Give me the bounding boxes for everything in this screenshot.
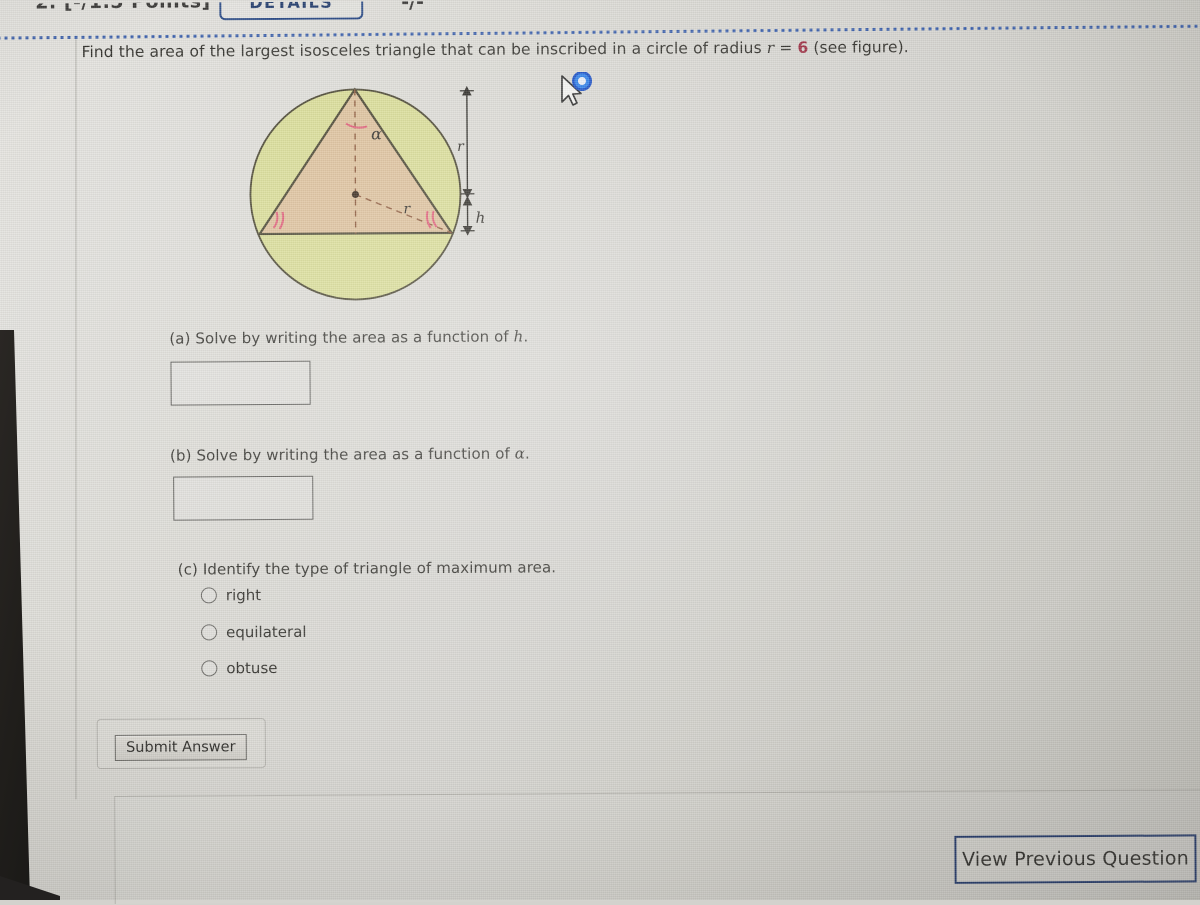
- question-text-lead: Find the area of the largest isosceles t…: [82, 39, 767, 61]
- header-right-dash: -/-: [401, 0, 424, 13]
- part-c-label: (c) Identify the type of triangle of max…: [178, 558, 557, 578]
- option-equilateral[interactable]: equilateral: [201, 623, 307, 642]
- question-text-tail: (see figure).: [808, 38, 909, 57]
- part-b-variable: α: [515, 444, 525, 462]
- content-left-rule: [75, 39, 76, 799]
- part-b-answer-input[interactable]: [173, 476, 313, 521]
- part-a-label: (a) Solve by writing the area as a funct…: [169, 327, 528, 347]
- option-obtuse[interactable]: obtuse: [201, 659, 277, 677]
- question-prompt: Find the area of the largest isosceles t…: [82, 38, 909, 61]
- inscribed-triangle-figure: α r r h: [243, 81, 494, 323]
- part-c-text: Identify the type of triangle of maximum…: [203, 558, 556, 578]
- part-b-text: Solve by writing the area as a function …: [196, 445, 514, 465]
- radius-dimension-line: [467, 91, 468, 194]
- part-a-prefix: (a): [169, 329, 195, 347]
- part-c-prefix: (c): [178, 560, 203, 578]
- part-b-prefix: (b): [170, 446, 197, 464]
- submit-answer-button[interactable]: Submit Answer: [115, 734, 247, 761]
- option-right-label: right: [226, 586, 261, 604]
- figure-svg: α r r h: [243, 81, 494, 323]
- assignment-page: 2. [-/1.5 Points] DETAILS -/- Find the a…: [0, 0, 1200, 904]
- question-variable-r: r: [767, 39, 775, 57]
- points-label: 2. [-/1.5 Points]: [35, 0, 211, 13]
- mouse-cursor: [556, 72, 604, 120]
- option-equilateral-label: equilateral: [226, 623, 307, 641]
- part-a-answer-input[interactable]: [170, 361, 310, 406]
- view-previous-question-button[interactable]: View Previous Question: [954, 834, 1196, 883]
- part-a-variable: h: [514, 327, 524, 345]
- label-radius-dimension: r: [457, 139, 465, 155]
- part-a-period: .: [523, 327, 528, 345]
- question-radius-value: 6: [797, 39, 808, 57]
- center-point: [352, 191, 359, 198]
- question-equals: =: [774, 39, 797, 57]
- radio-icon[interactable]: [201, 660, 217, 676]
- option-right[interactable]: right: [201, 586, 261, 604]
- screen-surface: 2. [-/1.5 Points] DETAILS -/- Find the a…: [0, 0, 1200, 900]
- part-b-period: .: [525, 444, 530, 462]
- radio-icon[interactable]: [201, 587, 217, 603]
- part-a-text: Solve by writing the area as a function …: [195, 328, 513, 348]
- radio-icon[interactable]: [201, 624, 217, 640]
- label-height-dimension: h: [476, 209, 486, 227]
- part-b-label: (b) Solve by writing the area as a funct…: [170, 444, 530, 464]
- label-alpha: α: [371, 124, 382, 143]
- option-obtuse-label: obtuse: [226, 659, 277, 677]
- question-header: 2. [-/1.5 Points] DETAILS -/-: [0, 0, 1197, 40]
- details-button[interactable]: DETAILS: [219, 0, 363, 20]
